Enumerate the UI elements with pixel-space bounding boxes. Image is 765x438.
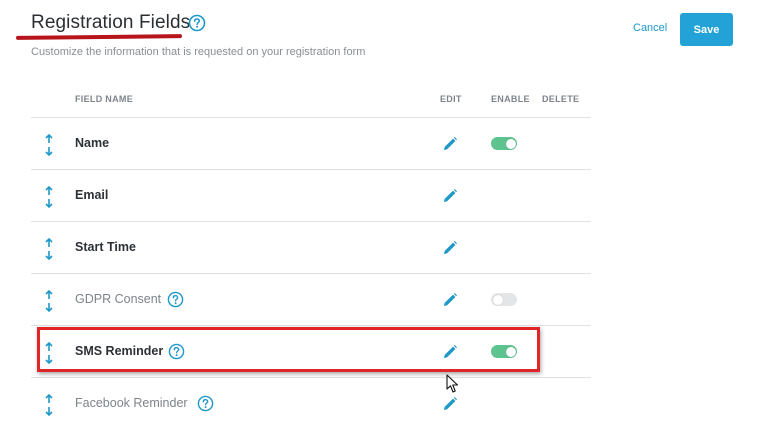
field-name-label: Name	[75, 136, 110, 150]
save-button[interactable]: Save	[680, 13, 733, 46]
title-underline-annotation	[15, 34, 183, 40]
column-header-field-name: FIELD NAME	[75, 94, 133, 104]
field-name-label: Start Time	[75, 240, 136, 254]
enable-toggle[interactable]	[491, 293, 517, 306]
table-row: Start Time	[31, 221, 591, 274]
pencil-icon[interactable]	[442, 292, 458, 308]
pencil-icon[interactable]	[442, 136, 458, 152]
table-row: GDPR Consent	[31, 273, 591, 326]
up-down-arrow-icon[interactable]	[42, 134, 56, 156]
question-circle-icon[interactable]	[188, 14, 206, 32]
column-header-enable: ENABLE	[491, 94, 530, 104]
up-down-arrow-icon[interactable]	[42, 290, 56, 312]
table-row: Name	[31, 117, 591, 170]
up-down-arrow-icon[interactable]	[42, 186, 56, 208]
cancel-button[interactable]: Cancel	[633, 22, 667, 34]
enable-toggle[interactable]	[491, 137, 517, 150]
question-circle-icon[interactable]	[167, 291, 184, 308]
up-down-arrow-icon[interactable]	[42, 238, 56, 260]
pencil-icon[interactable]	[442, 188, 458, 204]
field-name-label: GDPR Consent	[75, 292, 162, 306]
column-header-edit: EDIT	[440, 94, 462, 104]
page-subtitle: Customize the information that is reques…	[31, 46, 366, 58]
field-name-label: Facebook Reminder	[75, 396, 188, 410]
table-row: Email	[31, 169, 591, 222]
toggle-knob	[492, 294, 503, 305]
pencil-icon[interactable]	[442, 240, 458, 256]
question-circle-icon[interactable]	[197, 395, 214, 412]
table-row: Facebook Reminder	[31, 377, 591, 430]
pencil-icon[interactable]	[442, 396, 458, 412]
page-title: Registration Fields	[31, 12, 191, 33]
toggle-knob	[505, 138, 516, 149]
up-down-arrow-icon[interactable]	[42, 394, 56, 416]
highlight-annotation-box	[37, 327, 540, 372]
field-name-label: Email	[75, 188, 109, 202]
mouse-cursor-icon	[446, 374, 459, 393]
column-header-delete: DELETE	[542, 94, 580, 104]
